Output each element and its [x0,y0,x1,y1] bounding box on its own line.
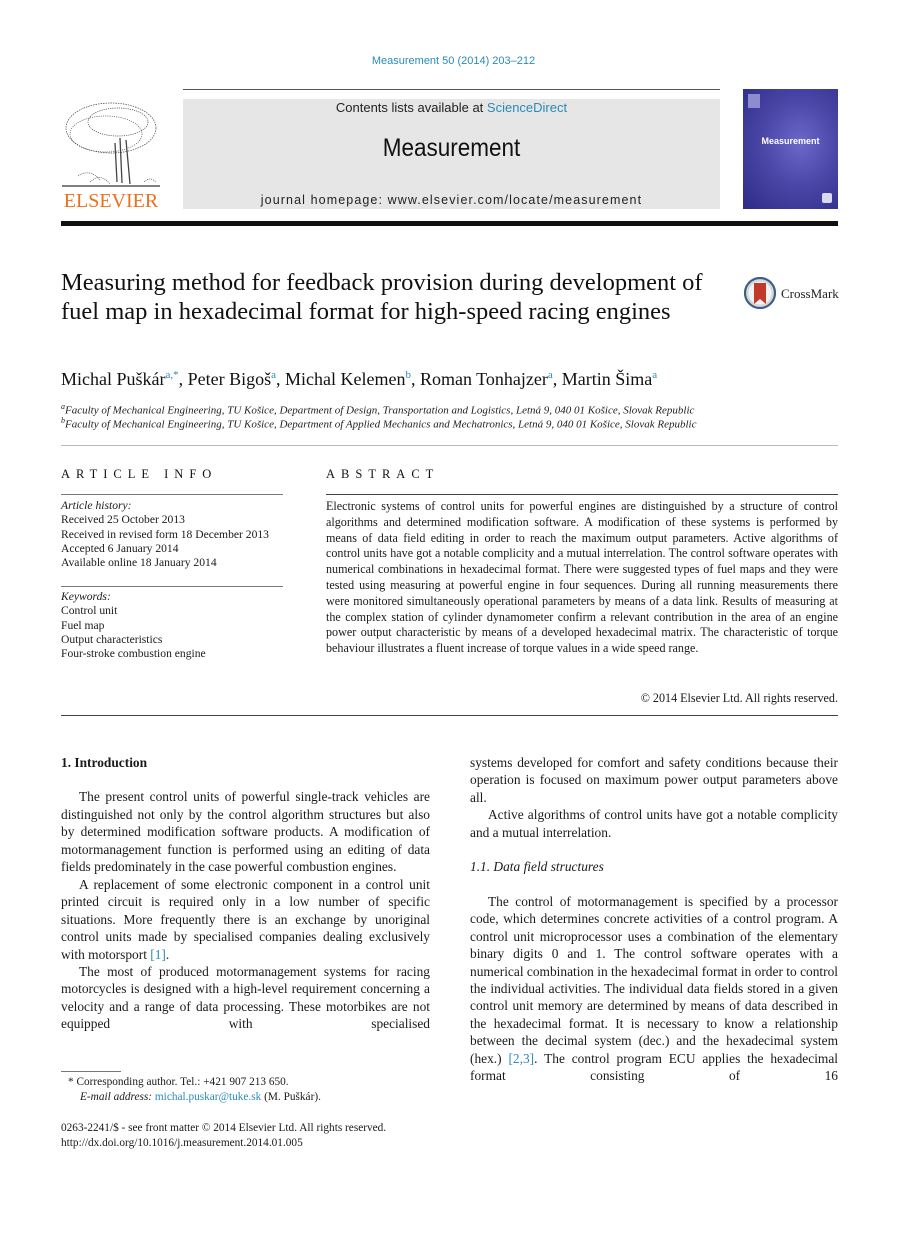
abstract-heading: ABSTRACT [326,467,440,481]
article-title: Measuring method for feedback provision … [61,269,703,325]
keywords-list: Keywords: Control unit Fuel map Output c… [61,590,301,661]
history-item: Available online 18 January 2014 [61,556,217,570]
paragraph: A replacement of some electronic compone… [61,876,430,963]
author-name: Michal Kelemen [285,369,406,389]
cover-title: Measurement [761,136,820,146]
keywords-divider [61,586,283,587]
contents-prefix: Contents lists available at [335,100,487,115]
article-history: Article history: Received 25 October 201… [61,499,301,570]
author-separator: , [410,369,420,389]
article-info-heading: ARTICLE INFO [61,467,218,481]
paragraph: The control of motormanagement is specif… [470,893,838,1085]
paragraph-continued: systems developed for comfort and safety… [470,755,838,805]
author-separator: , [178,369,188,389]
keyword-item: Control unit [61,604,118,618]
email-suffix: (M. Puškár). [261,1091,321,1103]
doi-link[interactable]: http://dx.doi.org/10.1016/j.measurement.… [61,1136,441,1151]
sciencedirect-link[interactable]: ScienceDirect [487,100,567,115]
author-list: Michal Puškára,*, Peter Bigoš a, Michal K… [61,369,657,390]
keyword-item: Output characteristics [61,632,163,646]
section-heading-introduction: 1. Introduction [61,755,148,770]
history-label: Article history: [61,499,132,512]
author-name: Peter Bigoš [187,369,272,389]
affiliation-a: aFaculty of Mechanical Engineering, TU K… [61,402,694,417]
author-separator: , [552,369,562,389]
article-info-divider [61,494,283,495]
crossmark-label[interactable]: CrossMark [781,286,839,302]
history-item: Accepted 6 January 2014 [61,541,179,555]
paragraph: The most of produced motormanagement sys… [61,963,430,1032]
header-thick-rule [61,221,838,226]
author-name: Martin Šima [561,369,653,389]
history-item: Received 25 October 2013 [61,513,185,527]
affiliation-text: Faculty of Mechanical Engineering, TU Ko… [65,418,697,431]
paragraph-text: . [165,946,170,962]
keyword-item: Fuel map [61,618,105,632]
author-name: Michal Puškár [61,369,166,389]
body-right-column: systems developed for comfort and safety… [470,754,838,1085]
email-footnote: E-mail address: michal.puskar@tuke.sk (M… [61,1090,460,1105]
corresponding-author-note: * Corresponding author. Tel.: +421 907 2… [68,1076,289,1088]
abstract-text: Electronic systems of control units for … [326,499,838,656]
elsevier-wordmark: ELSEVIER [63,190,159,212]
keywords-label: Keywords: [61,590,111,603]
citation-link[interactable]: [1] [150,947,166,962]
abstract-end-divider [61,715,838,716]
journal-citation-link[interactable]: Measurement 50 (2014) 203–212 [0,55,907,67]
contents-availability: Contents lists available at ScienceDirec… [183,100,720,115]
cover-corner-logo-icon [822,193,832,203]
affiliation-text: Faculty of Mechanical Engineering, TU Ko… [65,404,695,417]
journal-name: Measurement [382,134,521,162]
body-left-column: 1. Introduction The present control unit… [61,754,430,1033]
paragraph-text: The control of motormanagement is specif… [470,893,838,1066]
footnote-divider [61,1071,121,1072]
abstract-copyright: © 2014 Elsevier Ltd. All rights reserved… [640,691,838,705]
affiliation-divider [61,445,838,446]
paragraph-text: A replacement of some electronic compone… [61,876,430,962]
email-link[interactable]: michal.puskar@tuke.sk [155,1091,261,1103]
subsection-heading-data-field-structures: 1.1. Data field structures [470,859,604,875]
author-affiliation-mark[interactable]: a [652,369,657,381]
journal-homepage-link[interactable]: journal homepage: www.elsevier.com/locat… [183,193,720,207]
issn-front-matter: 0263-2241/$ - see front matter © 2014 El… [61,1122,387,1134]
email-label: E-mail address: [80,1091,155,1103]
author-affiliation-mark[interactable]: a,* [165,369,178,381]
abstract-divider [326,494,838,495]
paragraph: Active algorithms of control units have … [470,807,838,840]
affiliation-b: bFaculty of Mechanical Engineering, TU K… [61,416,696,431]
header-divider [183,89,720,90]
author-separator: , [276,369,286,389]
author-name: Roman Tonhajzer [419,369,548,389]
cover-publisher-badge-icon [748,94,760,108]
citation-link[interactable]: [2,3] [508,1051,534,1066]
history-item: Received in revised form 18 December 201… [61,527,269,541]
crossmark-icon[interactable] [744,277,776,309]
keyword-item: Four-stroke combustion engine [61,647,206,661]
paragraph: The present control units of powerful si… [61,789,430,875]
